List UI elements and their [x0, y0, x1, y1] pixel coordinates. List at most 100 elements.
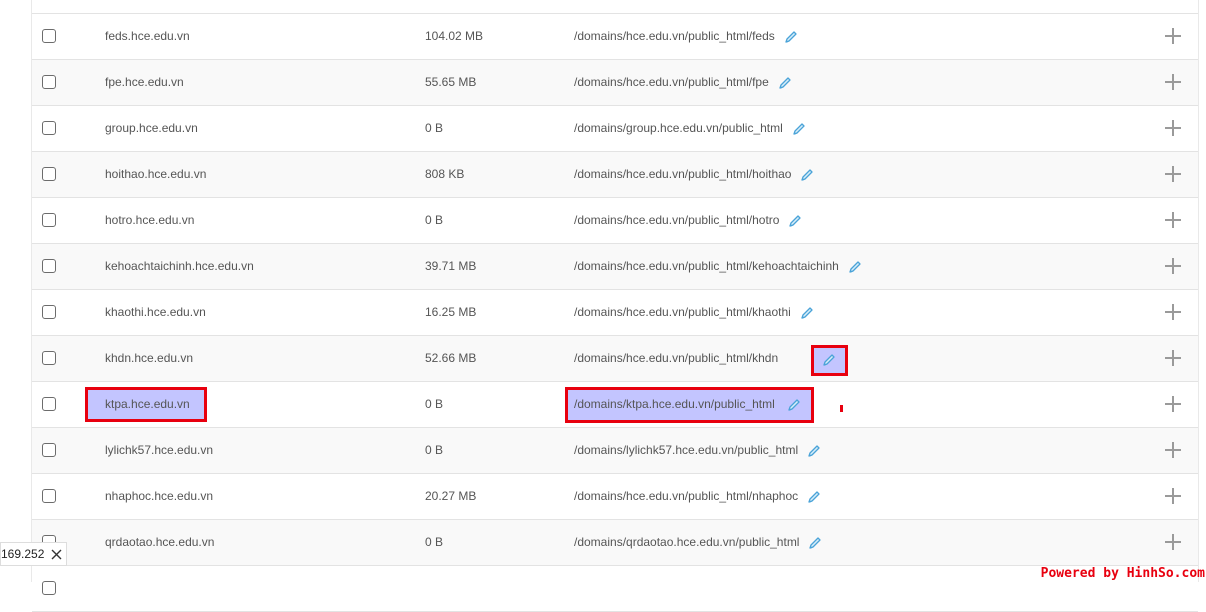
plus-icon[interactable]	[1165, 534, 1181, 550]
table-row: group.hce.edu.vn 0 B /domains/group.hce.…	[32, 106, 1198, 152]
domain-size: 0 B	[425, 397, 444, 411]
domain-path: /domains/lylichk57.hce.edu.vn/public_htm…	[574, 428, 821, 473]
path-text: /domains/lylichk57.hce.edu.vn/public_htm…	[574, 443, 799, 457]
pencil-icon[interactable]	[800, 306, 814, 320]
plus-icon[interactable]	[1165, 304, 1181, 320]
domain-size: 808 KB	[425, 167, 465, 181]
table-row: nhaphoc.hce.edu.vn 20.27 MB /domains/hce…	[32, 474, 1198, 520]
path-text: /domains/hce.edu.vn/public_html/khdn	[574, 351, 779, 365]
table-row: kehoachtaichinh.hce.edu.vn 39.71 MB /dom…	[32, 244, 1198, 290]
ip-tooltip: 169.252	[0, 542, 68, 566]
domain-size: 20.27 MB	[425, 489, 477, 503]
domain-name[interactable]: hoithao.hce.edu.vn	[105, 152, 206, 197]
table-row: hoithao.hce.edu.vn 808 KB /domains/hce.e…	[32, 152, 1198, 198]
pencil-icon[interactable]	[800, 168, 814, 182]
domains-table: feds.hce.edu.vn 104.02 MB /domains/hce.e…	[31, 0, 1199, 612]
domain-size: 0 B	[425, 213, 444, 227]
highlighted-edit-button[interactable]	[811, 345, 848, 376]
plus-icon[interactable]	[1165, 396, 1181, 412]
row-checkbox[interactable]	[42, 259, 56, 273]
path-text: /domains/hce.edu.vn/public_html/nhaphoc	[574, 489, 799, 503]
table-row: hotro.hce.edu.vn 0 B /domains/hce.edu.vn…	[32, 198, 1198, 244]
row-checkbox[interactable]	[42, 305, 56, 319]
domain-path: /domains/hce.edu.vn/public_html/hotro	[574, 198, 802, 243]
annotation-mark	[840, 405, 843, 412]
pencil-icon[interactable]	[807, 490, 821, 504]
row-checkbox[interactable]	[42, 581, 56, 595]
row-checkbox[interactable]	[42, 213, 56, 227]
pencil-icon	[823, 354, 835, 366]
domain-size: 55.65 MB	[425, 75, 477, 89]
row-checkbox[interactable]	[42, 167, 56, 181]
domain-path: /domains/hce.edu.vn/public_html/fpe	[574, 60, 792, 105]
table-row: ktpa.hce.edu.vn 0 B /domains/ktpa.hce.ed…	[32, 382, 1198, 428]
domain-path: /domains/group.hce.edu.vn/public_html	[574, 106, 806, 151]
domain-path: /domains/hce.edu.vn/public_html/hoithao	[574, 152, 814, 197]
domain-path: /domains/hce.edu.vn/public_html/khdn	[574, 336, 778, 381]
domain-name[interactable]: ktpa.hce.edu.vn	[105, 382, 190, 427]
watermark: Powered by HinhSo.com	[1040, 566, 1205, 581]
table-row: fpe.hce.edu.vn 55.65 MB /domains/hce.edu…	[32, 60, 1198, 106]
domain-path: /domains/hce.edu.vn/public_html/feds	[574, 14, 798, 59]
pencil-icon[interactable]	[792, 122, 806, 136]
path-text: /domains/hce.edu.vn/public_html/fpe	[574, 75, 769, 89]
domain-size: 0 B	[425, 121, 444, 135]
row-checkbox[interactable]	[42, 351, 56, 365]
path-text: /domains/qrdaotao.hce.edu.vn/public_html	[574, 535, 800, 549]
plus-icon[interactable]	[1165, 212, 1181, 228]
pencil-icon[interactable]	[778, 76, 792, 90]
domain-name[interactable]: fpe.hce.edu.vn	[105, 60, 184, 105]
domain-size: 0 B	[425, 535, 444, 549]
domain-name[interactable]: lylichk57.hce.edu.vn	[105, 428, 213, 473]
domain-size: 104.02 MB	[425, 29, 484, 43]
domain-path: /domains/hce.edu.vn/public_html/nhaphoc	[574, 474, 821, 519]
plus-icon[interactable]	[1165, 442, 1181, 458]
domain-name[interactable]: feds.hce.edu.vn	[105, 14, 190, 59]
close-icon[interactable]	[51, 549, 62, 560]
pencil-icon[interactable]	[788, 214, 802, 228]
table-row	[32, 566, 1198, 612]
path-text: /domains/hce.edu.vn/public_html/khaothi	[574, 305, 791, 319]
domain-name[interactable]: kehoachtaichinh.hce.edu.vn	[105, 244, 254, 289]
pencil-icon[interactable]	[787, 398, 801, 412]
table-row: lylichk57.hce.edu.vn 0 B /domains/lylich…	[32, 428, 1198, 474]
plus-icon[interactable]	[1165, 258, 1181, 274]
domain-name[interactable]: group.hce.edu.vn	[105, 106, 198, 151]
plus-icon[interactable]	[1165, 28, 1181, 44]
path-text: /domains/hce.edu.vn/public_html/kehoacht…	[574, 259, 839, 273]
domain-name[interactable]: khdn.hce.edu.vn	[105, 336, 193, 381]
path-text: /domains/ktpa.hce.edu.vn/public_html	[574, 397, 775, 411]
row-checkbox[interactable]	[42, 29, 56, 43]
pencil-icon[interactable]	[808, 536, 822, 550]
table-row: qrdaotao.hce.edu.vn 0 B /domains/qrdaota…	[32, 520, 1198, 566]
plus-icon[interactable]	[1165, 166, 1181, 182]
table-row: feds.hce.edu.vn 104.02 MB /domains/hce.e…	[32, 14, 1198, 60]
table-row: khdn.hce.edu.vn 52.66 MB /domains/hce.ed…	[32, 336, 1198, 382]
row-checkbox[interactable]	[42, 121, 56, 135]
path-text: /domains/hce.edu.vn/public_html/hoithao	[574, 167, 792, 181]
domain-path: /domains/qrdaotao.hce.edu.vn/public_html	[574, 520, 822, 565]
row-checkbox[interactable]	[42, 443, 56, 457]
domain-size: 0 B	[425, 443, 444, 457]
plus-icon[interactable]	[1165, 120, 1181, 136]
domain-name[interactable]: khaothi.hce.edu.vn	[105, 290, 206, 335]
domain-name[interactable]: hotro.hce.edu.vn	[105, 198, 194, 243]
row-checkbox[interactable]	[42, 397, 56, 411]
domain-name[interactable]: qrdaotao.hce.edu.vn	[105, 520, 214, 565]
plus-icon[interactable]	[1165, 488, 1181, 504]
table-row: khaothi.hce.edu.vn 16.25 MB /domains/hce…	[32, 290, 1198, 336]
path-text: /domains/hce.edu.vn/public_html/hotro	[574, 213, 780, 227]
plus-icon[interactable]	[1165, 350, 1181, 366]
row-checkbox[interactable]	[42, 489, 56, 503]
domain-path: /domains/ktpa.hce.edu.vn/public_html	[574, 382, 801, 427]
domain-path: /domains/hce.edu.vn/public_html/khaothi	[574, 290, 814, 335]
path-text: /domains/group.hce.edu.vn/public_html	[574, 121, 783, 135]
pencil-icon[interactable]	[784, 30, 798, 44]
pencil-icon[interactable]	[848, 260, 862, 274]
row-checkbox[interactable]	[42, 75, 56, 89]
plus-icon[interactable]	[1165, 74, 1181, 90]
domain-name[interactable]: nhaphoc.hce.edu.vn	[105, 474, 213, 519]
pencil-icon[interactable]	[807, 444, 821, 458]
domain-size: 16.25 MB	[425, 305, 477, 319]
tooltip-text: 169.252	[1, 547, 45, 561]
